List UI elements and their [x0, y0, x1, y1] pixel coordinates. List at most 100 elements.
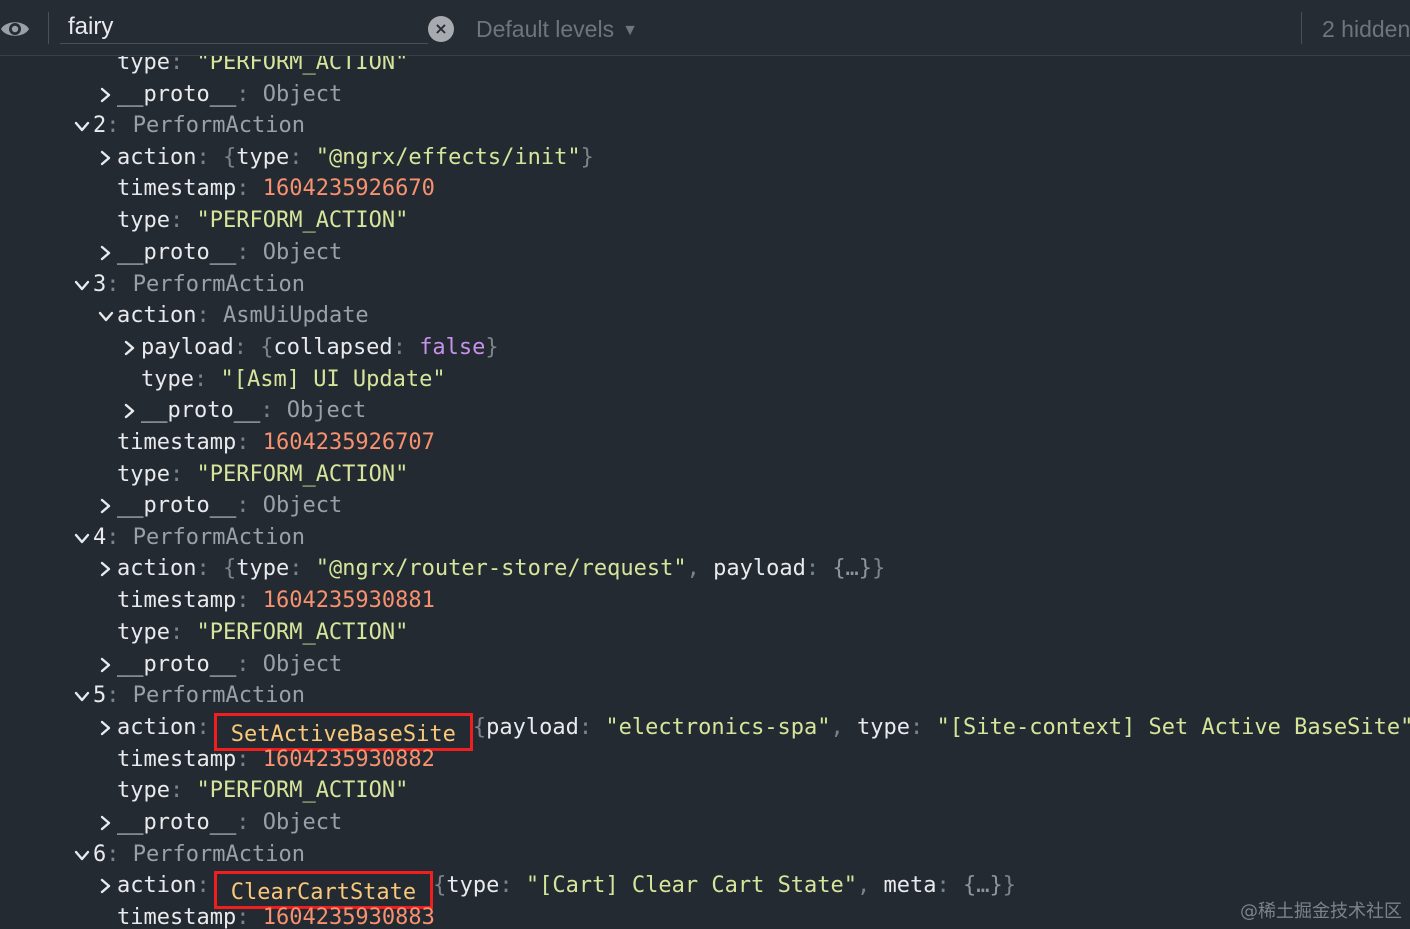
property-value: 1604235926670	[262, 176, 435, 201]
collapse-arrow-icon[interactable]	[73, 684, 91, 708]
property-key: __proto__	[141, 398, 261, 423]
expand-arrow-icon[interactable]	[97, 146, 115, 170]
property-key: type	[117, 620, 170, 645]
tree-row: timestamp: 1604235930882	[0, 745, 1410, 775]
property-value: "PERFORM_ACTION"	[196, 620, 409, 645]
tree-row[interactable]: 4: PerformAction	[0, 523, 1410, 553]
expand-arrow-icon[interactable]	[97, 811, 115, 835]
tree-row[interactable]: __proto__: Object	[0, 238, 1410, 268]
punctuation: :	[392, 335, 420, 360]
tree-row: type: "PERFORM_ACTION"	[0, 206, 1410, 236]
punctuation: {	[260, 335, 274, 360]
tree-row-content: action: {type: "@ngrx/effects/init"}	[117, 143, 594, 173]
filter-input[interactable]	[68, 12, 408, 42]
clear-circle-icon[interactable]: ×	[428, 16, 454, 42]
property-value: PerformAction	[132, 113, 305, 138]
key-separator: :	[233, 335, 261, 360]
tree-row-content: timestamp: 1604235930883	[117, 903, 435, 929]
tree-row[interactable]: action: AsmUiUpdate	[0, 301, 1410, 331]
preview-key: payload	[486, 715, 579, 740]
property-key: timestamp	[117, 176, 237, 201]
tree-row-content: timestamp: 1604235930882	[117, 745, 435, 775]
expand-arrow-icon[interactable]	[97, 241, 115, 265]
collapse-arrow-icon[interactable]	[73, 114, 91, 138]
punctuation: :	[289, 556, 316, 581]
property-key: type	[117, 208, 170, 233]
tree-row-content: type: "PERFORM_ACTION"	[117, 618, 408, 648]
key-separator: :	[193, 367, 221, 392]
tree-row-content: action: {type: "@ngrx/router-store/reque…	[117, 554, 885, 584]
property-key: __proto__	[117, 810, 237, 835]
expand-arrow-icon[interactable]	[97, 874, 115, 898]
key-separator: :	[169, 208, 197, 233]
punctuation: }	[1002, 873, 1017, 898]
tree-row[interactable]: __proto__: Object	[0, 491, 1410, 521]
key-separator: :	[106, 525, 133, 550]
property-key: timestamp	[117, 905, 237, 929]
expand-arrow-icon[interactable]	[121, 336, 139, 360]
collapsed-object[interactable]: {…}	[963, 873, 1003, 898]
tree-row[interactable]: __proto__: Object	[0, 80, 1410, 110]
tree-row[interactable]: __proto__: Object	[0, 396, 1410, 426]
property-value: 1604235930882	[262, 747, 435, 772]
collapsed-object[interactable]: {…}	[832, 556, 872, 581]
tree-row[interactable]: 3: PerformAction	[0, 270, 1410, 300]
tree-row-content: timestamp: 1604235930881	[117, 586, 435, 616]
property-key: action	[117, 145, 197, 170]
punctuation: ,	[830, 715, 858, 740]
expand-arrow-icon[interactable]	[121, 399, 139, 423]
key-separator: :	[169, 620, 197, 645]
tree-row-content: type: "PERFORM_ACTION"	[117, 460, 408, 490]
property-value: 1604235926707	[262, 430, 435, 455]
punctuation: ,	[857, 873, 884, 898]
tree-row[interactable]: action: ClearCartState {type: "[Cart] Clea…	[0, 871, 1410, 909]
property-value: Object	[286, 398, 367, 423]
property-value: 1604235930883	[262, 905, 435, 929]
punctuation: }	[485, 335, 499, 360]
tree-row[interactable]: 6: PerformAction	[0, 840, 1410, 870]
expand-arrow-icon[interactable]	[97, 557, 115, 581]
key-separator: :	[196, 303, 223, 328]
tree-row[interactable]: 2: PerformAction	[0, 111, 1410, 141]
tree-row[interactable]: payload: {collapsed: false}	[0, 333, 1410, 363]
property-value: "PERFORM_ACTION"	[196, 462, 409, 487]
key-separator: :	[236, 652, 263, 677]
punctuation: ,	[686, 556, 714, 581]
eye-icon[interactable]	[0, 14, 30, 44]
tree-row: timestamp: 1604235926707	[0, 428, 1410, 458]
collapse-arrow-icon[interactable]	[73, 273, 91, 297]
key-separator: :	[236, 747, 263, 772]
property-key: 6	[93, 842, 107, 867]
tree-row-content: 3: PerformAction	[93, 270, 305, 300]
property-value: "PERFORM_ACTION"	[196, 208, 409, 233]
log-levels-dropdown[interactable]: Default levels ▼	[476, 14, 638, 44]
collapse-arrow-icon[interactable]	[97, 304, 115, 328]
key-separator: :	[196, 556, 223, 581]
property-value: Object	[262, 652, 343, 677]
tree-row-content: __proto__: Object	[117, 238, 342, 268]
property-value: Object	[262, 240, 343, 265]
property-value: PerformAction	[132, 842, 305, 867]
preview-key: type	[236, 556, 290, 581]
expand-arrow-icon[interactable]	[97, 716, 115, 740]
tree-row[interactable]: __proto__: Object	[0, 808, 1410, 838]
tree-row-content: type: "[Asm] UI Update"	[141, 365, 446, 395]
property-key: payload	[141, 335, 234, 360]
string-value: "@ngrx/effects/init"	[315, 145, 581, 170]
tree-row[interactable]: action: SetActiveBaseSite {payload: "elect…	[0, 713, 1410, 751]
collapse-arrow-icon[interactable]	[73, 843, 91, 867]
toolbar-divider	[48, 12, 49, 44]
tree-row[interactable]: __proto__: Object	[0, 650, 1410, 680]
expand-arrow-icon[interactable]	[97, 653, 115, 677]
tree-row[interactable]: action: {type: "@ngrx/effects/init"}	[0, 143, 1410, 173]
tree-row[interactable]: 5: PerformAction	[0, 681, 1410, 711]
hidden-messages-count[interactable]: 2 hidden	[1322, 14, 1410, 44]
property-value: "PERFORM_ACTION"	[196, 56, 409, 75]
tree-row[interactable]: action: {type: "@ngrx/router-store/reque…	[0, 554, 1410, 584]
expand-arrow-icon[interactable]	[97, 494, 115, 518]
tree-row-content: type: "PERFORM_ACTION"	[117, 776, 408, 806]
collapse-arrow-icon[interactable]	[73, 526, 91, 550]
expand-arrow-icon[interactable]	[97, 83, 115, 107]
string-value: "[Cart] Clear Cart State"	[525, 873, 858, 898]
key-separator: :	[260, 398, 287, 423]
